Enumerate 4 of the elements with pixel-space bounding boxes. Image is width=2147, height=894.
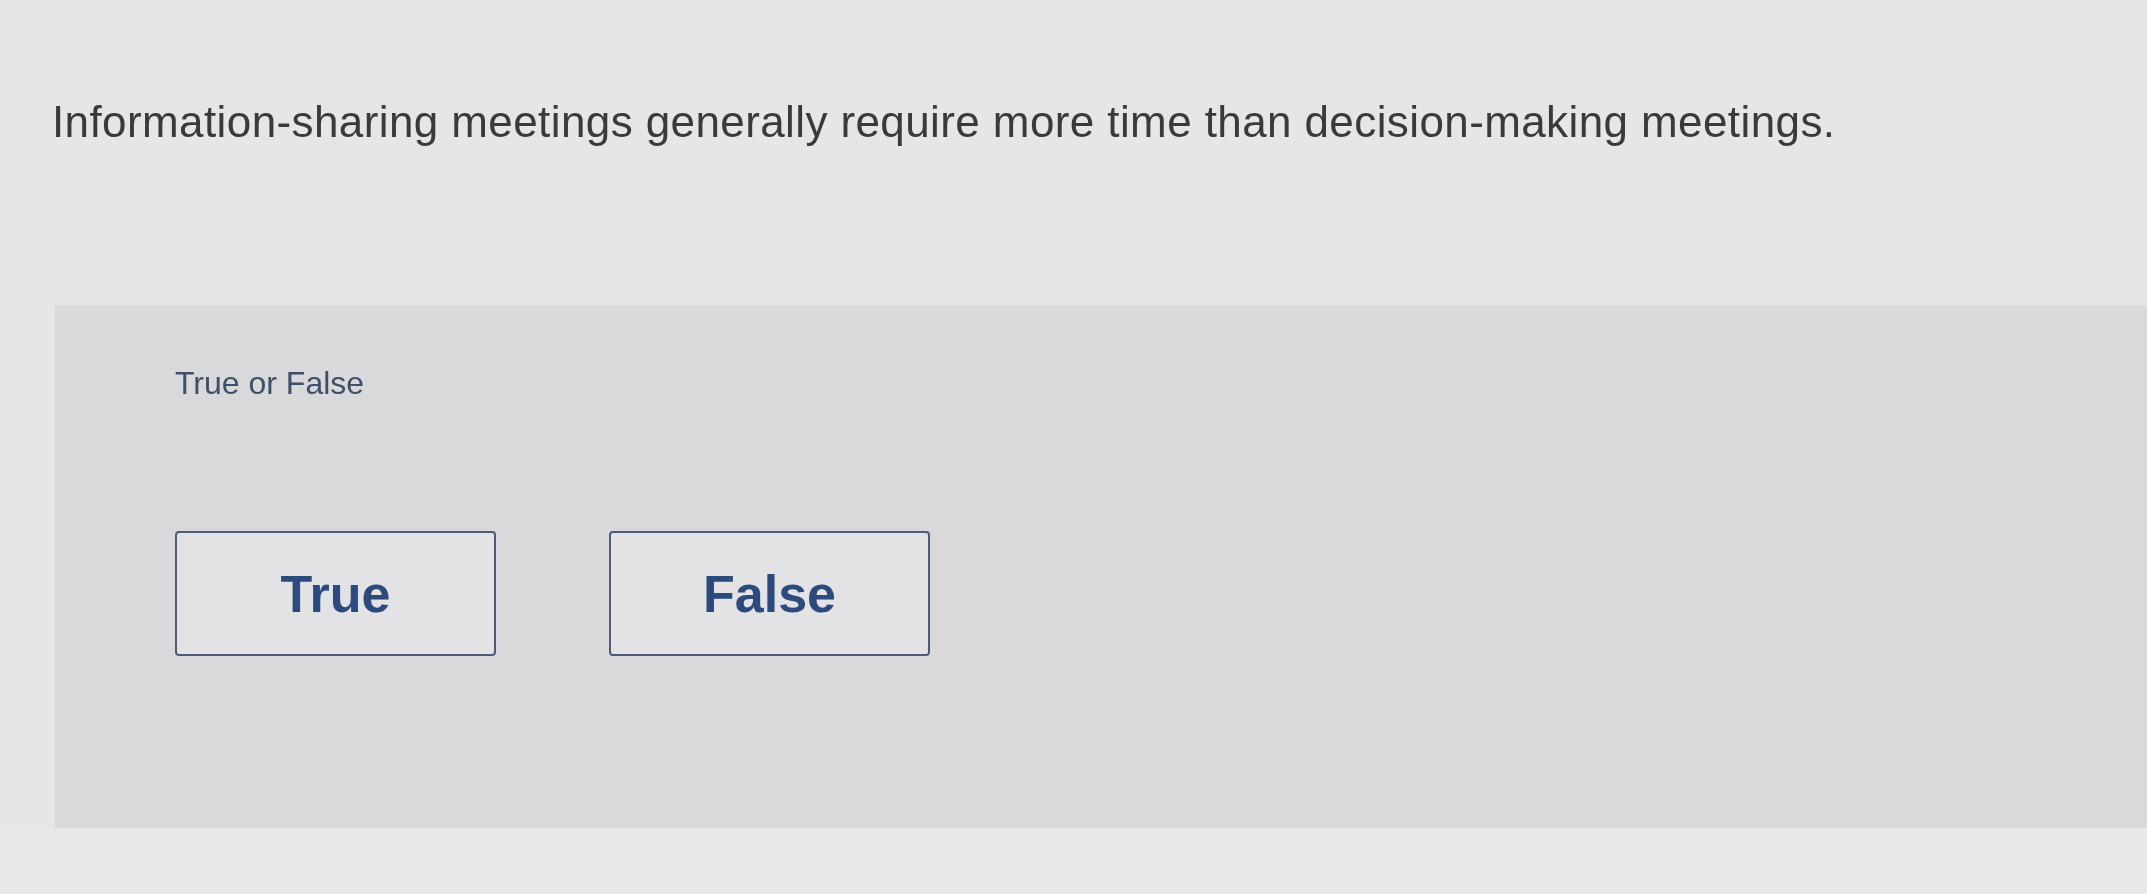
question-text: Information-sharing meetings generally require more time than decision-making meetings. (52, 96, 1836, 148)
answer-option-button[interactable]: True (175, 531, 496, 656)
answer-option-button[interactable]: False (609, 531, 930, 656)
question-type-label: True or False (175, 364, 365, 403)
